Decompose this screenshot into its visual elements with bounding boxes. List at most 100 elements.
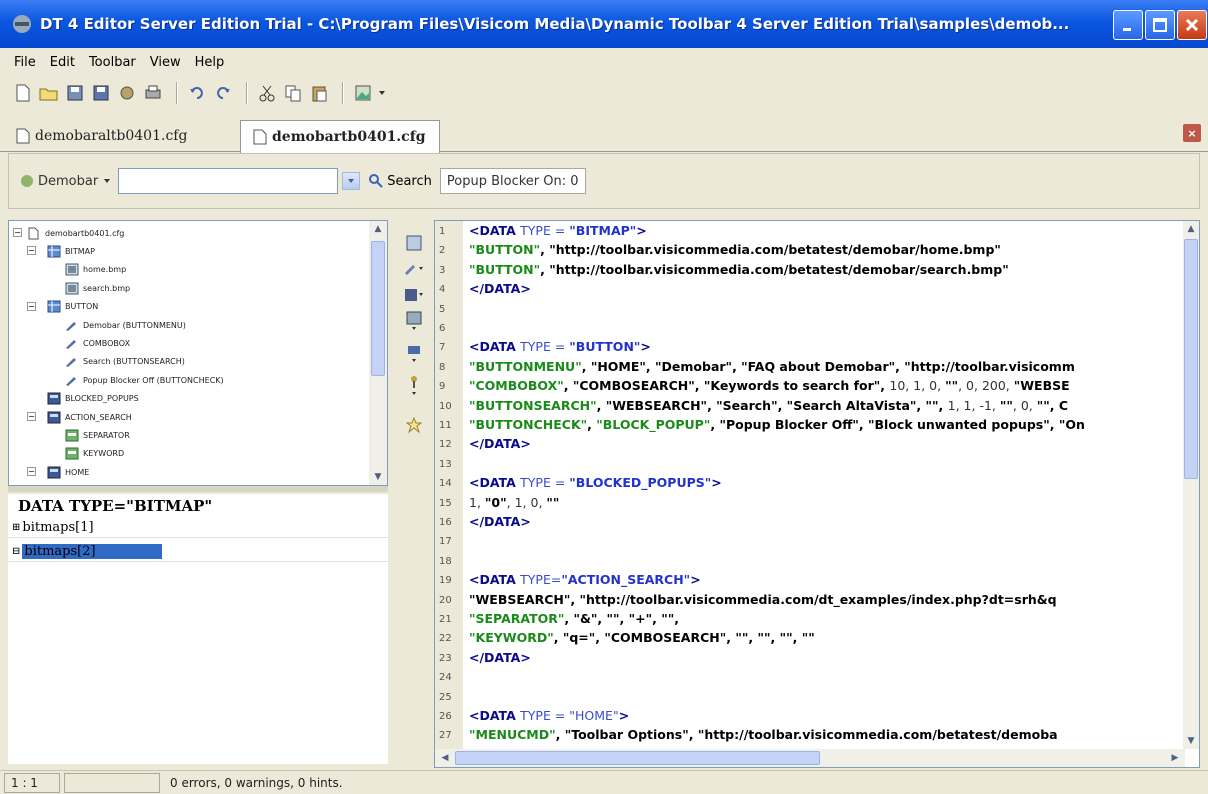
scroll-left-arrow[interactable]: ◀ [437,750,453,766]
tree-item[interactable]: Demobar (BUTTONMENU) [65,317,186,333]
close-button[interactable] [1177,10,1207,40]
code-token: > [636,223,647,238]
demobar-icon [21,175,33,187]
tree-item-label: home.bmp [83,265,127,275]
maximize-button[interactable] [1145,10,1175,40]
code-token: </DATA> [469,649,531,665]
tree-item[interactable]: HOME [47,464,89,480]
green-item-icon [65,447,79,460]
favorite-star-icon[interactable] [402,414,426,436]
popup-blocker-button[interactable]: Popup Blocker On: 0 [439,168,586,194]
tree-vertical-scrollbar[interactable]: ▲ ▼ [369,221,387,485]
code-line: "BUTTONMENU", "HOME", "Demobar", "FAQ ab… [469,359,1075,377]
editor-horizontal-scrollbar[interactable]: ◀ ▶ [435,749,1185,767]
tree-expander-icon[interactable]: − [27,246,36,256]
button-tool-icon[interactable] [402,258,426,280]
redo-icon[interactable] [212,82,234,104]
scroll-right-arrow[interactable]: ▶ [1167,750,1183,766]
undo-icon[interactable] [186,82,208,104]
scroll-down-arrow[interactable]: ▼ [370,469,386,485]
menu-tool-icon[interactable] [402,284,426,306]
new-file-icon[interactable] [12,82,34,104]
code-line: "BUTTONSEARCH", "WEBSEARCH", "Search", "… [469,398,1068,416]
menu-edit[interactable]: Edit [50,55,75,70]
tree-item[interactable]: home.bmp [65,262,126,278]
code-token: "" [546,494,560,510]
tree-item-label: COMBOBOX [83,338,131,348]
tree-item[interactable]: Search (BUTTONSEARCH) [65,354,185,370]
title-bar[interactable]: DT 4 Editor Server Edition Trial - C:\Pr… [0,0,1208,48]
tree-item[interactable]: BUTTON [47,299,98,315]
tree-item[interactable]: KEYWORD [65,446,124,462]
scroll-thumb[interactable] [455,751,820,765]
tree-expander-icon[interactable]: − [27,467,36,477]
separator-tool-icon[interactable] [402,342,426,364]
code-token: </DATA> [469,281,531,297]
tree-item[interactable]: demobartb0401.cfg [27,225,124,241]
copy-icon[interactable] [282,82,304,104]
menu-toolbar[interactable]: Toolbar [89,55,136,70]
code-editor[interactable]: 1 2 3 4 5 6 7 8 9 10 11 12 13 14 15 16 17 18 19 20 21 22 23 24 2… [434,220,1200,768]
menu-help[interactable]: Help [195,55,225,70]
scroll-thumb[interactable] [371,241,385,376]
code-line: </DATA> [469,436,531,454]
cut-icon[interactable] [256,82,278,104]
code-line: "BUTTON", "http://toolbar.visicommedia.c… [469,262,1009,280]
combobox-tool-icon[interactable] [402,310,426,332]
search-button[interactable]: Search [368,173,432,189]
tab-demobartb0401[interactable]: demobartb0401.cfg [240,120,440,153]
editor-vertical-scrollbar[interactable]: ▲ ▼ [1183,221,1199,749]
tree-expander-icon[interactable]: − [13,228,22,237]
code-token: > [640,339,651,355]
property-row-selected[interactable]: ⊟ bitmaps[2] [8,542,388,562]
menu-view[interactable]: View [150,55,181,70]
menu-file[interactable]: File [14,55,36,70]
tools-icon[interactable] [116,82,138,104]
tree-item[interactable]: SEPARATOR [65,427,130,443]
expand-icon[interactable]: ⊞ [12,522,20,533]
tree-item[interactable]: BITMAP [47,243,95,259]
search-combobox[interactable] [118,168,339,194]
demobar-menu-button[interactable]: Demobar [19,173,112,189]
save-icon[interactable] [90,82,112,104]
scroll-down-arrow[interactable]: ▼ [1183,733,1199,749]
image-icon[interactable] [352,82,374,104]
code-token: "SEPARATOR" [469,611,565,626]
green-item-icon [65,429,79,442]
code-token: 10, 1, 0, [889,378,946,394]
tree-item-label: Popup Blocker Off (BUTTONCHECK) [83,375,224,385]
tree-item[interactable]: COMBOBOX [65,335,130,351]
tree-item[interactable]: search.bmp [65,280,130,296]
menu-bar: File Edit Toolbar View Help [0,48,1208,76]
dropdown-arrow-icon[interactable] [378,82,386,104]
tree-expander-icon[interactable]: − [27,412,36,421]
tab-demobaraltb0401[interactable]: demobaraltb0401.cfg [4,120,232,152]
paste-icon[interactable] [308,82,330,104]
bitmap-icon [65,282,79,295]
bitmap-tool-icon[interactable] [402,232,426,254]
tree-item[interactable]: BLOCKED_POPUPS [47,391,139,407]
save-all-icon[interactable] [64,82,86,104]
code-line: "COMBOBOX", "COMBOSEARCH", "Keywords to … [469,378,1070,396]
scroll-thumb[interactable] [1184,239,1198,479]
structure-tree[interactable]: − demobartb0401.cfg − BITMAP home.bmp search.… [8,220,388,486]
line-number: 16 [439,517,452,528]
close-tab-button[interactable]: × [1183,124,1201,142]
code-token: "BUTTON" [569,339,641,355]
print-icon[interactable] [142,82,164,104]
scroll-up-arrow[interactable]: ▲ [370,221,386,237]
minimize-button[interactable] [1113,10,1143,40]
tree-item[interactable]: ACTION_SEARCH [47,409,132,425]
expand-icon[interactable]: ⊟ [12,546,20,557]
scroll-up-arrow[interactable]: ▲ [1183,221,1199,237]
tree-item[interactable]: Popup Blocker Off (BUTTONCHECK) [65,372,224,388]
combobox-dropdown-button[interactable] [342,172,361,190]
code-token: , 1, 0, [506,494,547,510]
chevron-down-icon [104,179,111,183]
property-row[interactable]: ⊞ bitmaps[1] [8,518,388,538]
panel-splitter[interactable] [8,486,388,492]
code-token: <DATA [469,475,521,491]
keyword-tool-icon[interactable] [402,374,426,396]
tree-expander-icon[interactable]: − [27,301,36,311]
open-file-icon[interactable] [38,82,60,104]
